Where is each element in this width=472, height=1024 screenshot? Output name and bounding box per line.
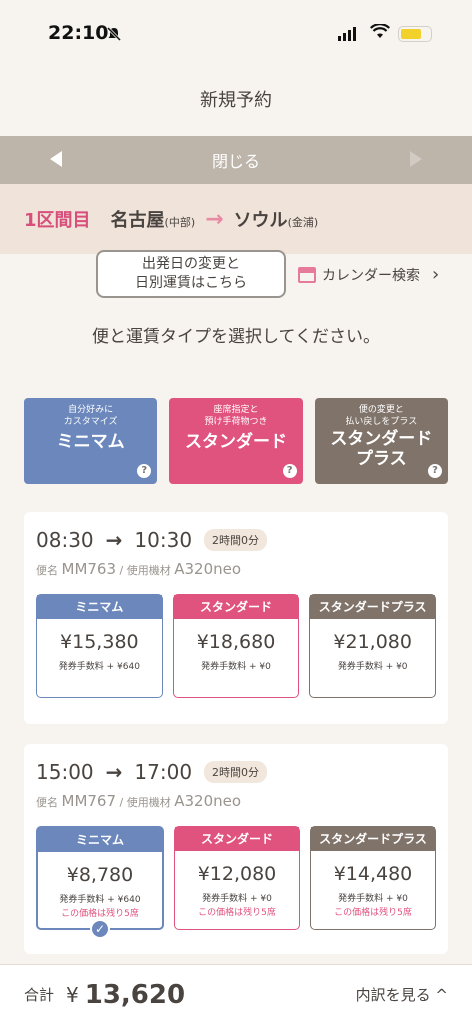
total-amount: 13,620: [84, 979, 186, 1010]
route-arrow-icon: →: [205, 206, 224, 232]
signal-icon: [338, 27, 356, 41]
flight-meta: 便名 MM767 / 使用機材 A320neo: [36, 792, 242, 810]
instruction-text: 便と運賃タイプを選択してください。: [92, 327, 380, 347]
flight-meta: 便名 MM763 / 使用機材 A320neo: [36, 560, 242, 578]
aircraft: A320neo: [174, 560, 242, 578]
seats-remaining: この価格は残り5席: [198, 908, 276, 918]
close-bar: 閉じる: [0, 136, 472, 184]
fare-fee: 発券手数料 + ¥640: [59, 895, 141, 905]
fare-option-minimum[interactable]: ミニマム ¥15,380 発券手数料 + ¥640: [36, 594, 163, 698]
flight-number: MM763: [61, 560, 117, 578]
fare-type-desc: 便の変更と 払い戻しをプラス: [345, 405, 418, 427]
flight-card: 15:00 → 17:00 2時間0分 便名 MM767 / 使用機材 A320…: [24, 744, 448, 954]
fare-option-header: ミニマム: [37, 595, 162, 619]
fare-price: ¥15,380: [60, 631, 139, 653]
arrive-time: 17:00: [134, 760, 193, 784]
battery-icon: [398, 26, 432, 42]
fare-option-standard[interactable]: スタンダード ¥12,080 発券手数料 + ¥0 この価格は残り5席: [174, 826, 300, 930]
fare-options: ミニマム ¥15,380 発券手数料 + ¥640 スタンダード ¥18,680…: [36, 594, 437, 698]
fare-option-header: スタンダード: [173, 595, 299, 619]
next-arrow-icon: [410, 151, 422, 167]
fare-type-minimum[interactable]: 自分好みに カスタマイズ ミニマム ?: [24, 398, 158, 484]
bell-muted-icon: [106, 26, 122, 42]
date-change-tooltip[interactable]: 出発日の変更と 日別運賃はこちら: [96, 250, 286, 298]
fare-option-header: スタンダードプラス: [311, 827, 435, 851]
fare-option-minimum[interactable]: ミニマム ¥8,780 発券手数料 + ¥640 この価格は残り5席 ✓: [36, 826, 164, 939]
fare-option-standard[interactable]: スタンダード ¥18,680 発券手数料 + ¥0: [172, 594, 300, 698]
fare-price: ¥8,780: [66, 864, 134, 886]
fare-option-header: ミニマム: [38, 828, 162, 852]
arrow-right-icon: →: [105, 528, 123, 552]
tooltip-line1: 出発日の変更と: [142, 256, 240, 272]
depart-time: 08:30: [36, 528, 94, 552]
fare-fee: 発券手数料 + ¥0: [202, 894, 272, 904]
total-currency: ¥: [66, 982, 79, 1007]
fare-option-standard-plus[interactable]: スタンダードプラス ¥14,480 発券手数料 + ¥0 この価格は残り5席: [310, 826, 436, 930]
fare-options: ミニマム ¥8,780 発券手数料 + ¥640 この価格は残り5席 ✓ スタン…: [36, 826, 436, 939]
fare-fee: 発券手数料 + ¥0: [201, 662, 271, 672]
fare-type-standard-plus[interactable]: 便の変更と 払い戻しをプラス スタンダード プラス ?: [314, 398, 448, 484]
seats-remaining: この価格は残り5席: [61, 909, 139, 919]
help-icon[interactable]: ?: [137, 464, 152, 478]
checkmark-icon: ✓: [90, 919, 110, 939]
close-button[interactable]: 閉じる: [212, 148, 260, 172]
segment-bar: 1区間目 名古屋(中部) → ソウル(金浦): [0, 184, 472, 254]
fare-type-name: スタンダード: [184, 432, 287, 452]
flight-number: MM767: [61, 792, 117, 810]
segment-label: 1区間目: [24, 210, 91, 231]
page-title: 新規予約: [200, 90, 272, 111]
fare-fee: 発券手数料 + ¥0: [338, 894, 408, 904]
fare-option-header: スタンダードプラス: [310, 595, 436, 619]
arrive-time: 10:30: [134, 528, 193, 552]
origin-sub: (中部): [164, 216, 196, 229]
help-icon[interactable]: ?: [282, 464, 297, 478]
calendar-search-link[interactable]: カレンダー検索 ›: [298, 264, 439, 285]
status-bar: 22:10: [0, 0, 472, 70]
origin-name: 名古屋: [110, 210, 165, 231]
origin-city: 名古屋(中部): [111, 206, 196, 232]
fare-fee: 発券手数料 + ¥0: [337, 662, 408, 672]
fare-type-name: ミニマム: [56, 432, 125, 452]
fare-price: ¥12,080: [197, 863, 277, 885]
fare-type-desc: 自分好みに カスタマイズ: [63, 405, 118, 427]
destination-city: ソウル(金浦): [234, 206, 319, 232]
fare-price: ¥21,080: [333, 631, 412, 653]
fare-fee: 発券手数料 + ¥640: [58, 662, 140, 672]
fare-price: ¥18,680: [196, 631, 276, 653]
destination-name: ソウル: [233, 210, 288, 231]
fare-option-header: スタンダード: [175, 827, 299, 851]
destination-sub: (金浦): [287, 216, 319, 229]
duration-badge: 2時間0分: [204, 761, 268, 783]
fare-type-legend: 自分好みに カスタマイズ ミニマム ? 座席指定と 預け手荷物つき スタンダード ?…: [24, 398, 448, 484]
view-breakdown-button[interactable]: 内訳を見る ^: [356, 984, 448, 1005]
chevron-right-icon: ›: [432, 264, 440, 285]
calendar-search-label: カレンダー検索: [322, 267, 420, 284]
seats-remaining: この価格は残り5席: [334, 908, 412, 918]
fare-type-desc: 座席指定と 預け手荷物つき: [204, 405, 268, 427]
total-bar: 合計 ¥ 13,620 内訳を見る ^: [0, 964, 472, 1024]
flight-card: 08:30 → 10:30 2時間0分 便名 MM763 / 使用機材 A320…: [24, 512, 448, 724]
total-label: 合計: [24, 986, 55, 1004]
fare-type-name: スタンダード プラス: [330, 429, 433, 469]
tooltip-line2: 日別運賃はこちら: [135, 275, 247, 291]
fare-type-standard[interactable]: 座席指定と 預け手荷物つき スタンダード ?: [169, 398, 303, 484]
arrow-right-icon: →: [105, 760, 123, 784]
flight-times: 08:30 → 10:30 2時間0分: [36, 528, 436, 552]
status-time: 22:10: [48, 22, 109, 44]
wifi-icon: [370, 24, 390, 38]
calendar-icon: [298, 266, 316, 283]
aircraft: A320neo: [174, 792, 242, 810]
fare-price: ¥14,480: [333, 863, 413, 885]
help-icon[interactable]: ?: [427, 464, 442, 478]
duration-badge: 2時間0分: [204, 529, 268, 551]
depart-time: 15:00: [36, 760, 94, 784]
fare-option-standard-plus[interactable]: スタンダードプラス ¥21,080 発券手数料 + ¥0: [309, 594, 437, 698]
prev-arrow-icon[interactable]: [50, 151, 62, 167]
flight-times: 15:00 → 17:00 2時間0分: [36, 760, 436, 784]
